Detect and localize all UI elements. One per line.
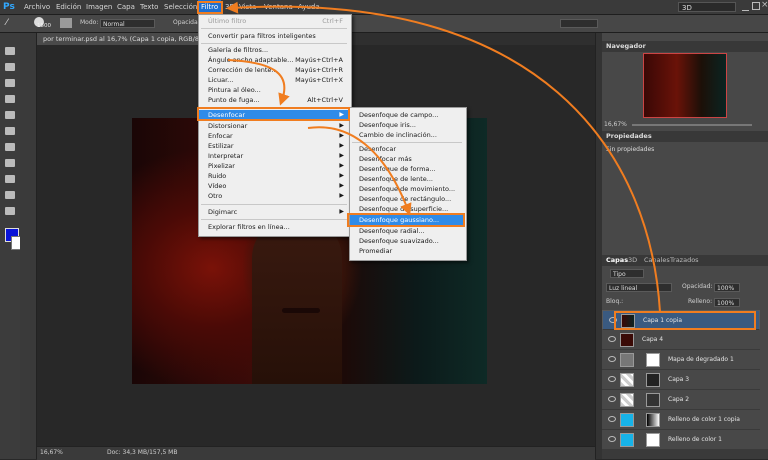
annotation-arrows	[226, 1, 661, 313]
annotation-arrow-to-filtro	[226, 1, 661, 313]
annotation-arrow-to-submenu	[307, 126, 412, 216]
annotation-arrow-to-desenfocar	[227, 59, 290, 106]
